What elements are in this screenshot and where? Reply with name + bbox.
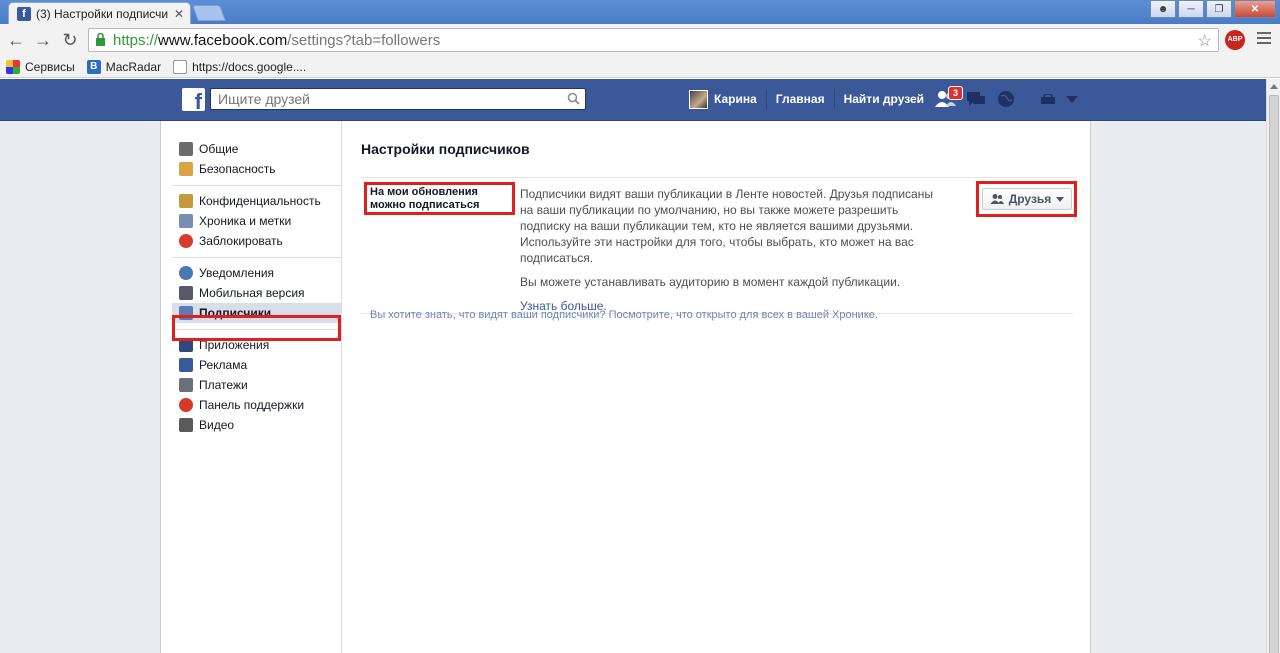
lifebuoy-icon (179, 398, 193, 412)
address-bar[interactable]: https://www.facebook.com/settings?tab=fo… (88, 28, 1219, 52)
highlight-audience-button (976, 181, 1077, 217)
search-box[interactable] (210, 88, 586, 110)
sidebar-item-label: Конфиденциальность (199, 194, 321, 208)
sidebar-item-label: Уведомления (199, 266, 275, 280)
url-text: https://www.facebook.com/settings?tab=fo… (113, 31, 441, 49)
page-scrollbar[interactable] (1266, 79, 1280, 653)
sidebar-group: Приложения Реклама Платежи Панель поддержки… (172, 330, 342, 441)
friend-requests-badge: 3 (948, 86, 963, 100)
reload-icon[interactable]: ↻ (60, 30, 80, 50)
messages-icon[interactable] (965, 89, 987, 109)
bookmark-star-icon[interactable]: ☆ (1198, 31, 1212, 51)
sidebar-item[interactable]: Платежи (172, 375, 342, 395)
setting-description-text: Подписчики видят ваши публикации в Ленте… (520, 187, 933, 265)
avatar[interactable] (689, 89, 708, 109)
sidebar-item[interactable]: Безопасность (172, 159, 342, 179)
scroll-thumb[interactable] (1269, 95, 1279, 653)
highlight-setting-label (364, 182, 515, 215)
sidebar-group: Общие Безопасность (172, 134, 342, 186)
profile-link[interactable]: Карина (714, 89, 767, 109)
macradar-icon: B (86, 59, 101, 74)
sidebar-item-label: Заблокировать (199, 234, 283, 248)
account-menu-caret-icon[interactable] (1066, 96, 1078, 103)
window-controls: ☻ ─ ❐ ✕ (1148, 0, 1276, 18)
forward-arrow-icon[interactable]: → (33, 30, 53, 50)
setting-audience-note: Вы можете устанавливать аудиторию в моме… (520, 275, 901, 289)
globe-icon (179, 266, 193, 280)
adblock-icon[interactable]: ABP (1225, 30, 1245, 50)
card-icon (179, 378, 193, 392)
sidebar-group: Конфиденциальность Хроника и метки Заблоки… (172, 186, 342, 258)
sidebar-item[interactable]: Реклама (172, 355, 342, 375)
search-icon[interactable] (567, 92, 580, 105)
sidebar-item[interactable]: Общие (172, 139, 342, 159)
sidebar-item[interactable]: Видео (172, 415, 342, 435)
window-close-icon[interactable]: ✕ (1234, 0, 1276, 18)
ads-icon (179, 358, 193, 372)
sidebar-item-label: Хроника и метки (199, 214, 292, 228)
block-icon (179, 234, 193, 248)
gears-icon (179, 142, 193, 156)
sidebar-item-label: Общие (199, 142, 239, 156)
page-title: Настройки подписчиков (361, 141, 530, 157)
restore-icon[interactable]: ❐ (1206, 0, 1232, 18)
chrome-menu-icon[interactable] (1257, 32, 1271, 47)
sidebar-item-label: Мобильная версия (199, 286, 305, 300)
setting-description: Подписчики видят ваши публикации в Ленте… (520, 186, 945, 322)
phone-icon (179, 286, 193, 300)
user-profile-icon[interactable]: ☻ (1150, 0, 1176, 18)
sidebar-item-label: Панель поддержки (199, 398, 305, 412)
sidebar-item-label: Платежи (199, 378, 248, 392)
sidebar-item[interactable]: Заблокировать (172, 231, 342, 251)
film-icon (179, 418, 193, 432)
find-friends-link[interactable]: Найти друзей (835, 89, 933, 109)
sidebar-item[interactable]: Хроника и метки (172, 211, 342, 231)
bookmark-apps[interactable]: Сервисы (6, 59, 75, 74)
browser-tab[interactable]: f (3) Настройки подписчи ✕ (8, 2, 191, 24)
settings-sidebar: Общие Безопасность Конфиденциальность Хрони… (172, 134, 342, 441)
sidebar-item[interactable]: Панель поддержки (172, 395, 342, 415)
facebook-logo[interactable]: f (182, 88, 205, 111)
facebook-favicon-icon: f (17, 6, 31, 21)
settings-main: Настройки подписчиков На мои обновления … (361, 141, 1073, 321)
tab-title: (3) Настройки подписчи (36, 6, 168, 21)
sidebar-item-label: Реклама (199, 358, 248, 372)
bookmarks-bar: Сервисы B MacRadar https://docs.google..… (0, 56, 1280, 78)
sidebar-item-label: Безопасность (199, 162, 276, 176)
new-tab-button[interactable] (192, 5, 226, 21)
privacy-shortcuts-icon[interactable] (1040, 94, 1056, 104)
doc-icon (173, 59, 188, 74)
minimize-icon[interactable]: ─ (1178, 0, 1204, 18)
bookmark-macradar[interactable]: B MacRadar (86, 59, 161, 74)
bookmark-docs[interactable]: https://docs.google.... (173, 59, 306, 74)
browser-titlebar: f (3) Настройки подписчи ✕ ☻ ─ ❐ ✕ (0, 0, 1280, 24)
secure-lock-icon (95, 32, 107, 47)
apps-icon (6, 59, 20, 74)
scroll-up-icon[interactable] (1270, 84, 1278, 89)
sidebar-item[interactable]: Конфиденциальность (172, 191, 342, 211)
home-link[interactable]: Главная (767, 89, 835, 109)
sidebar-item[interactable]: Уведомления (172, 263, 342, 283)
profile-view-note[interactable]: Вы хотите знать, что видят ваши подписчи… (370, 309, 878, 321)
sidebar-item-label: Видео (199, 418, 235, 432)
timeline-icon (179, 214, 193, 228)
search-input[interactable] (211, 89, 551, 109)
badge-icon (179, 162, 193, 176)
sidebar-item[interactable]: Мобильная версия (172, 283, 342, 303)
back-arrow-icon[interactable]: ← (6, 30, 26, 50)
browser-toolbar: ← → ↻ https://www.facebook.com/settings?… (0, 24, 1280, 56)
header-nav: Карина Главная Найти друзей (689, 89, 933, 109)
notifications-globe-icon[interactable] (995, 89, 1017, 109)
padlock-icon (179, 194, 193, 208)
tab-close-icon[interactable]: ✕ (174, 7, 184, 21)
highlight-followers-item (172, 315, 341, 341)
